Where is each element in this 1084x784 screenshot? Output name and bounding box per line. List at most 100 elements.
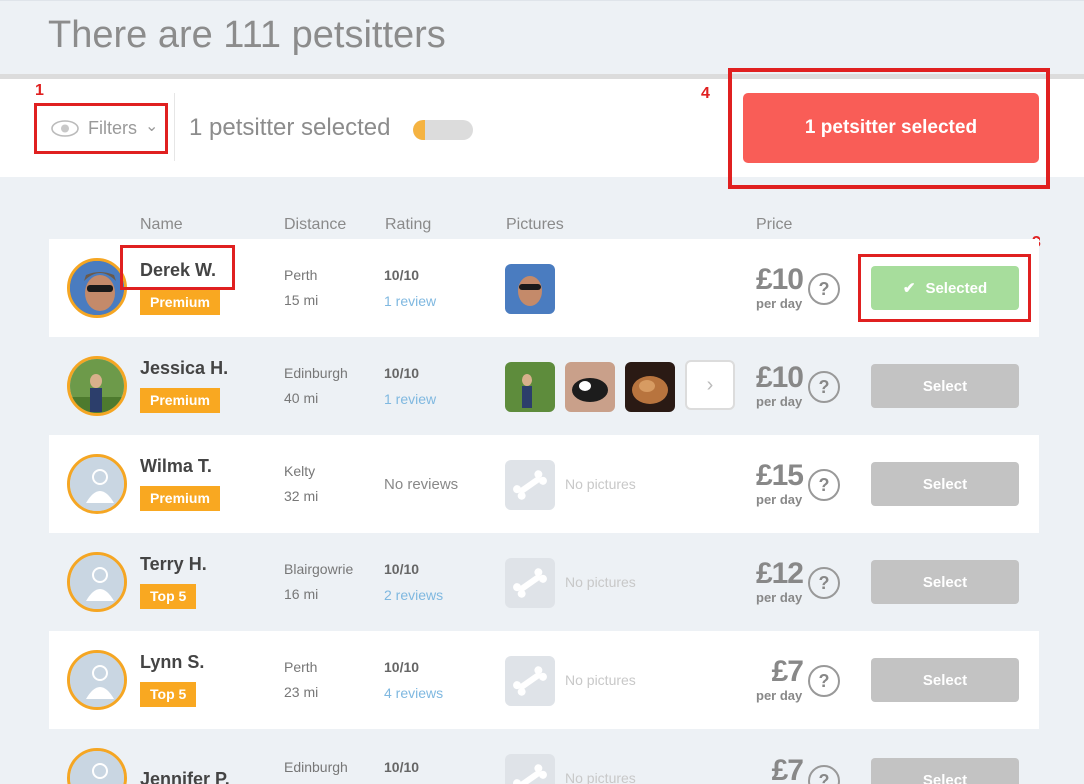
- sitter-price: £15: [755, 459, 804, 492]
- column-header-price[interactable]: Price: [756, 216, 792, 234]
- column-header-name[interactable]: Name: [140, 216, 183, 234]
- sitter-rating: 10/10: [384, 267, 420, 283]
- selection-progress-bar: [413, 120, 473, 140]
- eye-icon: [51, 120, 79, 137]
- avatar[interactable]: [67, 650, 127, 710]
- select-button[interactable]: Select: [871, 658, 1019, 702]
- reviews-link[interactable]: 1 review: [384, 391, 436, 407]
- reviews-link[interactable]: 2 reviews: [384, 587, 443, 603]
- default-avatar-icon: [70, 751, 124, 784]
- column-header-distance[interactable]: Distance: [284, 216, 346, 234]
- column-header-pictures: Pictures: [506, 216, 564, 233]
- sitter-distance: 23 mi: [284, 684, 319, 700]
- selection-progress-fill: [413, 120, 425, 140]
- filters-button[interactable]: Filters ⌄: [34, 103, 168, 154]
- top5-badge: Top 5: [140, 584, 197, 609]
- sitter-name[interactable]: Terry H.: [140, 554, 207, 575]
- sitter-name[interactable]: Lynn S.: [140, 652, 204, 673]
- price-unit: per day: [756, 688, 803, 703]
- sitter-row: Terry H. Top 5 Blairgowrie 16 mi 10/10 2…: [49, 533, 1039, 631]
- question-icon[interactable]: ?: [808, 273, 840, 305]
- sitter-row: Jennifer P. Edinburgh 10/10 No pictures …: [49, 729, 1039, 784]
- question-icon[interactable]: ?: [808, 371, 840, 403]
- sitter-price: £12: [755, 557, 804, 590]
- annotation-4: 4: [701, 85, 710, 102]
- reviews-link[interactable]: 1 review: [384, 293, 436, 309]
- top5-badge: Top 5: [140, 682, 197, 707]
- sitter-rating: 10/10: [384, 659, 420, 675]
- sitter-distance: 32 mi: [284, 488, 319, 504]
- avatar[interactable]: [67, 258, 127, 318]
- sitter-distance: 40 mi: [284, 390, 319, 406]
- column-header-rating[interactable]: Rating: [385, 216, 431, 234]
- question-icon[interactable]: ?: [808, 665, 840, 697]
- sitter-city: Perth: [284, 659, 318, 675]
- default-avatar-icon: [70, 653, 124, 707]
- sitter-rating: 10/10: [384, 759, 420, 775]
- sitter-rating: 10/10: [384, 561, 420, 577]
- page-title: There are 111 petsitters: [48, 14, 446, 56]
- reviews-link[interactable]: 4 reviews: [384, 685, 443, 701]
- sitter-city: Blairgowrie: [284, 561, 354, 577]
- continue-button[interactable]: 1 petsitter selected: [743, 93, 1039, 163]
- sitter-name[interactable]: Jennifer P.: [140, 769, 230, 784]
- sitter-rating: 10/10: [384, 365, 420, 381]
- selected-count-text: 1 petsitter selected: [189, 114, 391, 141]
- sitter-picture[interactable]: [625, 362, 675, 412]
- question-icon[interactable]: ?: [808, 469, 840, 501]
- sitter-picture[interactable]: [505, 362, 555, 412]
- select-button[interactable]: Select: [871, 462, 1019, 506]
- bone-icon: [505, 754, 555, 784]
- bone-icon: [505, 656, 555, 706]
- sitter-price: £7: [771, 754, 804, 784]
- sitter-city: Edinburgh: [284, 365, 348, 381]
- no-pictures-text: No pictures: [565, 574, 636, 590]
- sitter-city: Edinburgh: [284, 759, 348, 775]
- annotation-box-3: [858, 254, 1031, 322]
- annotation-1: 1: [35, 82, 44, 99]
- sitter-row: Wilma T. Premium Kelty 32 mi No reviews …: [49, 435, 1039, 533]
- price-unit: per day: [756, 296, 803, 311]
- sitter-price: £10: [755, 361, 804, 394]
- no-pictures-text: No pictures: [565, 672, 636, 688]
- sitter-distance: 15 mi: [284, 292, 319, 308]
- toolbar-divider: [174, 93, 175, 161]
- price-unit: per day: [756, 492, 803, 507]
- annotation-box-2: [120, 245, 235, 290]
- chevron-down-icon: ⌄: [145, 118, 159, 135]
- question-icon[interactable]: ?: [808, 567, 840, 599]
- toolbar: Filters ⌄ 1 petsitter selected 1 petsitt…: [0, 68, 1084, 189]
- sitter-city: Kelty: [284, 463, 316, 479]
- default-avatar-icon: [70, 457, 124, 511]
- default-avatar-icon: [70, 555, 124, 609]
- sitter-picture[interactable]: [505, 264, 555, 314]
- premium-badge: Premium: [140, 388, 220, 413]
- sitter-city: Perth: [284, 267, 318, 283]
- premium-badge: Premium: [140, 486, 220, 511]
- select-button[interactable]: Select: [871, 364, 1019, 408]
- chevron-right-icon[interactable]: ›: [685, 360, 735, 410]
- sitter-name[interactable]: Wilma T.: [140, 456, 212, 477]
- premium-badge: Premium: [140, 290, 220, 315]
- bone-icon: [505, 460, 555, 510]
- sitter-name[interactable]: Jessica H.: [140, 358, 228, 379]
- avatar[interactable]: [67, 748, 127, 784]
- price-unit: per day: [756, 394, 803, 409]
- avatar[interactable]: [67, 356, 127, 416]
- select-button[interactable]: Select: [871, 758, 1019, 784]
- sitter-row: Lynn S. Top 5 Perth 23 mi 10/10 4 review…: [49, 631, 1039, 729]
- avatar[interactable]: [67, 454, 127, 514]
- sitter-price: £7: [771, 655, 804, 688]
- no-reviews-text: No reviews: [384, 476, 459, 493]
- avatar-photo: [70, 359, 124, 413]
- select-button[interactable]: Select: [871, 560, 1019, 604]
- sitter-distance: 16 mi: [284, 586, 319, 602]
- avatar[interactable]: [67, 552, 127, 612]
- filters-label: Filters: [88, 118, 137, 138]
- page-header: There are 111 petsitters: [0, 0, 1084, 74]
- avatar-photo: [70, 261, 124, 315]
- bone-icon: [505, 558, 555, 608]
- question-icon[interactable]: ?: [808, 765, 840, 784]
- no-pictures-text: No pictures: [565, 476, 636, 492]
- sitter-picture[interactable]: [565, 362, 615, 412]
